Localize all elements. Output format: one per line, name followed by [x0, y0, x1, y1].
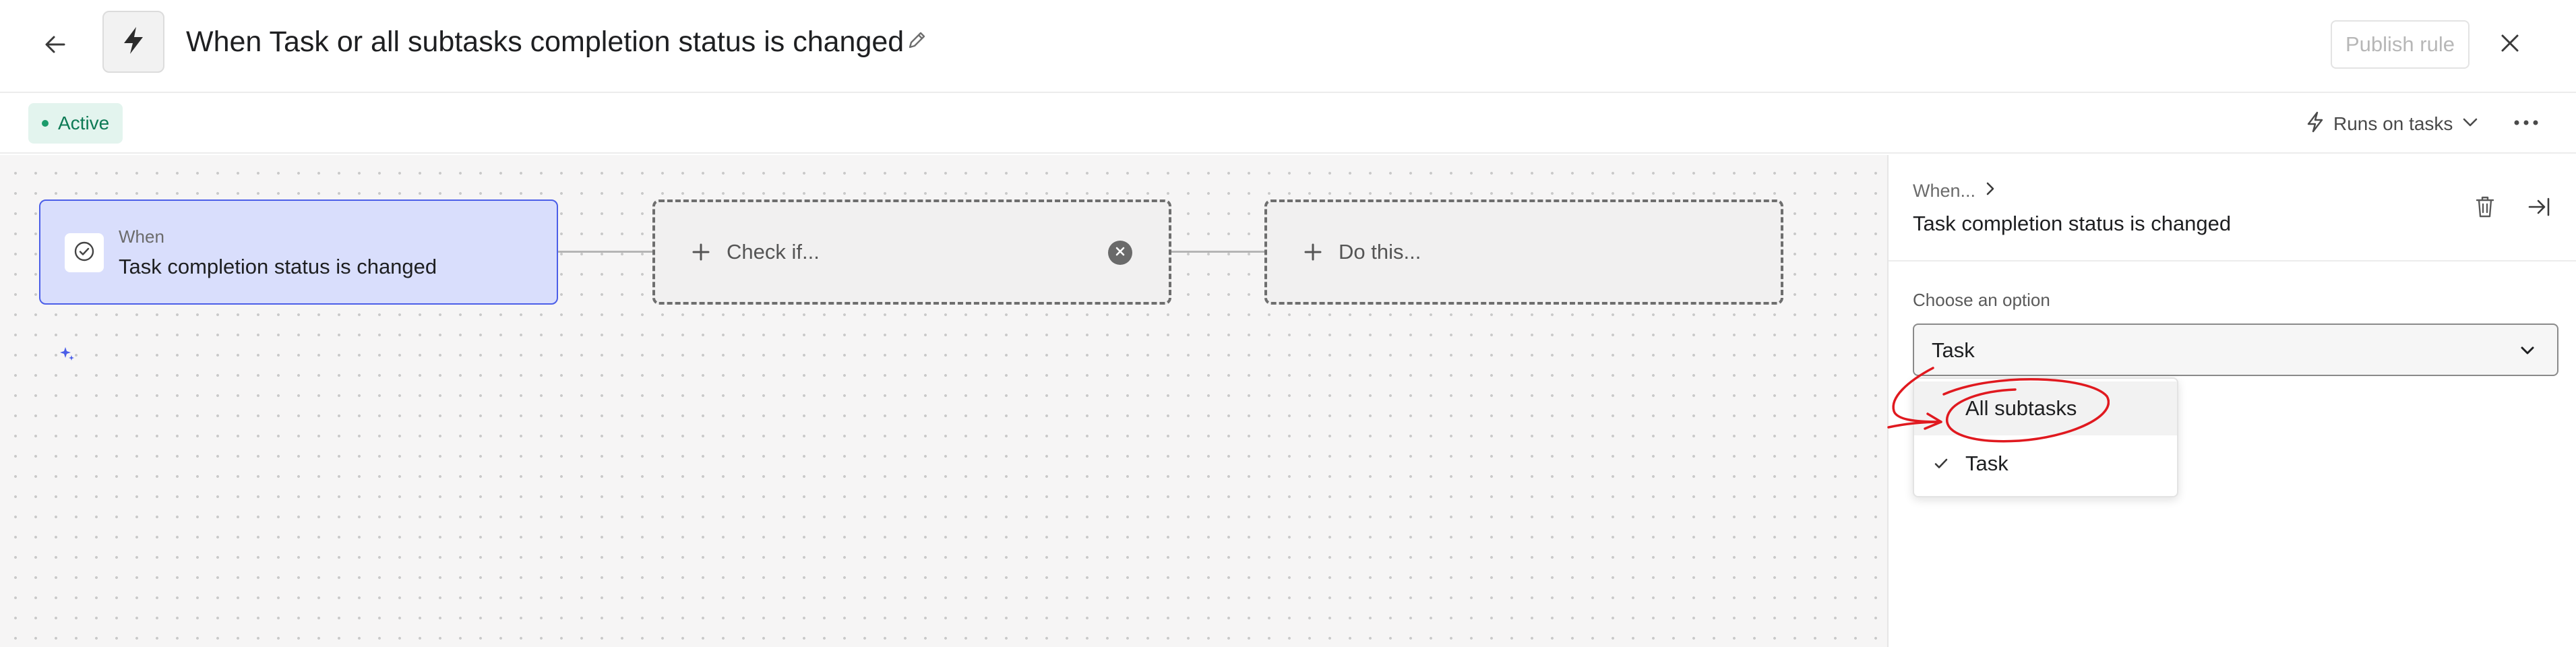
- dropdown-option-label: Task: [1965, 452, 2008, 475]
- ai-sparkle-icon: [58, 345, 75, 366]
- lightning-bolt-icon: [120, 26, 147, 59]
- chevron-down-icon: [2461, 113, 2480, 136]
- dropdown-option-task[interactable]: Task: [1914, 437, 2177, 491]
- rule-type-icon-box: [102, 11, 164, 73]
- breadcrumb-label: When...: [1913, 181, 1976, 201]
- runs-on-label: Runs on tasks: [2333, 113, 2453, 134]
- dropdown-option-all-subtasks[interactable]: All subtasks: [1914, 381, 2177, 435]
- pencil-icon: [905, 29, 928, 55]
- lightning-outline-icon: [2305, 111, 2325, 138]
- panel-breadcrumb[interactable]: When...: [1913, 181, 1997, 202]
- add-condition-node[interactable]: Check if...: [652, 199, 1171, 305]
- add-action-node[interactable]: Do this...: [1264, 199, 1783, 305]
- connector-line: [558, 251, 652, 253]
- remove-condition-button[interactable]: [1108, 241, 1132, 265]
- runs-on-dropdown[interactable]: Runs on tasks: [2305, 109, 2480, 139]
- rule-title: When Task or all subtasks completion sta…: [186, 26, 904, 58]
- back-button[interactable]: [35, 26, 75, 66]
- status-text: Active: [58, 113, 110, 133]
- check-icon: [1932, 454, 1951, 473]
- rule-editor-header: When Task or all subtasks completion sta…: [0, 0, 2576, 93]
- workflow-canvas[interactable]: When Task completion status is changed C…: [0, 155, 1887, 647]
- more-options-button[interactable]: [2507, 108, 2545, 140]
- plus-icon: [1301, 240, 1325, 264]
- chevron-right-icon: [1984, 181, 1997, 202]
- check-circle-icon: [73, 240, 96, 266]
- option-label: Choose an option: [1913, 290, 2050, 310]
- trash-icon: [2474, 195, 2496, 222]
- publish-rule-button[interactable]: Publish rule: [2331, 20, 2470, 69]
- select-value: Task: [1932, 338, 1975, 362]
- edit-title-button[interactable]: [902, 27, 931, 57]
- close-icon: [2498, 32, 2521, 58]
- dropdown-option-label: All subtasks: [1965, 396, 2077, 420]
- arrow-left-icon: [42, 31, 69, 61]
- option-select[interactable]: Task: [1913, 324, 2558, 376]
- rule-status-bar: Active Runs on tasks: [0, 94, 2576, 154]
- delete-trigger-button[interactable]: [2468, 191, 2502, 225]
- ai-sparkle-button[interactable]: [57, 345, 77, 365]
- remove-circle-icon: [1114, 245, 1126, 261]
- trigger-icon-box: [65, 233, 104, 272]
- panel-title: Task completion status is changed: [1913, 212, 2232, 235]
- collapse-right-icon: [2527, 195, 2551, 222]
- status-dot: [42, 120, 49, 127]
- option-dropdown-menu: All subtasks Task: [1913, 377, 2178, 497]
- add-condition-label: Check if...: [727, 240, 820, 264]
- trigger-text: Task completion status is changed: [119, 255, 437, 278]
- plus-icon: [689, 240, 713, 264]
- trigger-prefix: When: [119, 226, 164, 247]
- close-button[interactable]: [2488, 23, 2532, 66]
- panel-divider: [1889, 260, 2576, 261]
- chevron-down-icon: [2518, 341, 2537, 360]
- status-badge: Active: [28, 103, 123, 144]
- more-horizontal-icon: [2513, 118, 2540, 130]
- connector-line: [1171, 251, 1264, 253]
- add-action-label: Do this...: [1339, 240, 1421, 264]
- trigger-node[interactable]: When Task completion status is changed: [39, 199, 558, 305]
- collapse-panel-button[interactable]: [2522, 191, 2556, 225]
